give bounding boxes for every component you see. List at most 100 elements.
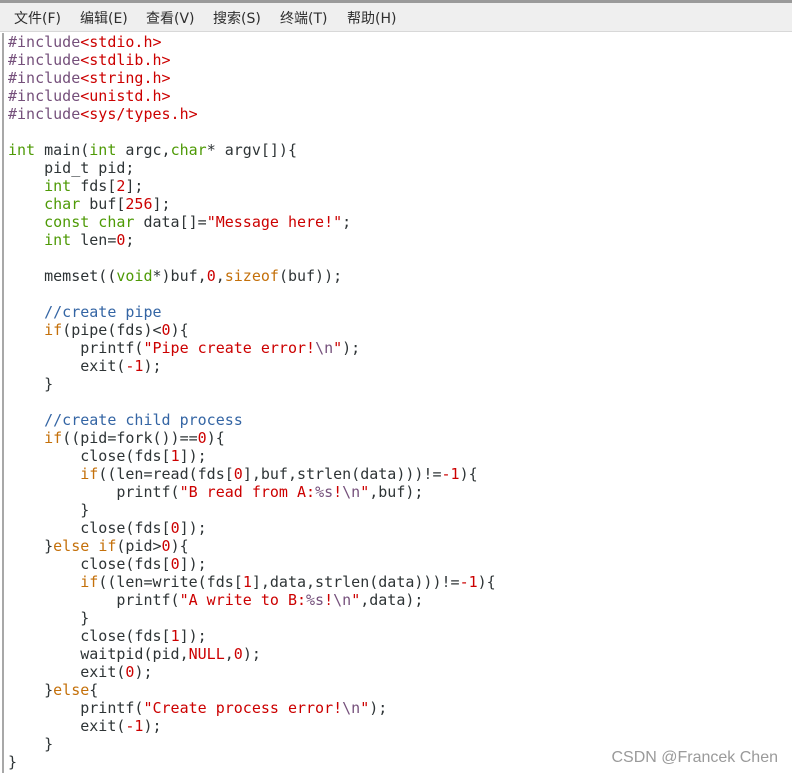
control-keyword-token: if [80, 465, 99, 483]
string-token: "Create process error! [143, 699, 343, 717]
code-line: const char data[]="Message here!"; [8, 213, 496, 231]
code-token: ); [342, 339, 361, 357]
control-keyword-token: if [80, 573, 99, 591]
number-token: 0 [161, 321, 171, 339]
code-line: int fds[2]; [8, 177, 496, 195]
code-token: ((len=write(fds[ [98, 573, 243, 591]
control-keyword-token: sizeof [224, 267, 279, 285]
code-line: } [8, 375, 496, 393]
string-token: "B read from A: [179, 483, 316, 501]
code-line: int main(int argc,char* argv[]){ [8, 141, 496, 159]
keyword-token: int [89, 141, 117, 159]
preprocessor-token: #include [8, 105, 81, 123]
code-token: } [8, 537, 54, 555]
code-token: ],buf,strlen(data)))!= [242, 465, 442, 483]
code-line: #include<stdio.h> [8, 33, 496, 51]
menu-terminal[interactable]: 终端(T) [280, 8, 327, 28]
code-line: exit(-1); [8, 357, 496, 375]
code-token: ); [369, 699, 388, 717]
string-token: <stdio.h> [80, 33, 162, 51]
control-keyword-token: if [44, 321, 63, 339]
menu-view[interactable]: 查看(V) [146, 8, 195, 28]
menu-search[interactable]: 搜索(S) [213, 8, 261, 28]
code-token: len= [71, 231, 117, 249]
editor-left-border [2, 33, 4, 773]
code-token: , [224, 645, 234, 663]
code-token: } [8, 609, 90, 627]
code-token: ){ [477, 573, 496, 591]
preprocessor-token: #include [8, 51, 81, 69]
code-line: //create child process [8, 411, 496, 429]
string-token: "Pipe create error! [143, 339, 316, 357]
code-text[interactable]: #include<stdio.h> #include<stdlib.h> #incl… [8, 33, 496, 771]
number-token: -1 [441, 465, 460, 483]
keyword-token: int [44, 231, 72, 249]
code-line: close(fds[1]); [8, 627, 496, 645]
code-line: printf("Create process error!\n"); [8, 699, 496, 717]
code-line: }else{ [8, 681, 496, 699]
code-line: close(fds[0]); [8, 519, 496, 537]
code-token: printf( [8, 339, 144, 357]
code-token: } [8, 375, 54, 393]
code-token: ); [134, 663, 153, 681]
code-token: memset(( [8, 267, 117, 285]
code-line: printf("Pipe create error!\n"); [8, 339, 496, 357]
code-line: pid_t pid; [8, 159, 496, 177]
code-line: close(fds[0]); [8, 555, 496, 573]
number-token: 1 [170, 627, 180, 645]
code-token: close(fds[ [8, 519, 171, 537]
number-token: 1 [242, 573, 252, 591]
code-token: exit( [8, 663, 126, 681]
keyword-token: const char [44, 213, 135, 231]
code-token: ]); [179, 555, 207, 573]
code-token: ); [242, 645, 261, 663]
menu-file[interactable]: 文件(F) [14, 8, 61, 28]
comment-token: //create child process [44, 411, 243, 429]
code-token: waitpid(pid, [8, 645, 189, 663]
number-token: NULL [188, 645, 225, 663]
code-line: int len=0; [8, 231, 496, 249]
menu-edit[interactable]: 编辑(E) [80, 8, 128, 28]
code-token: printf( [8, 591, 180, 609]
code-token: ],data,strlen(data)))!= [251, 573, 460, 591]
code-line: #include<sys/types.h> [8, 105, 496, 123]
code-line: exit(-1); [8, 717, 496, 735]
code-line: memset((void*)buf,0,sizeof(buf)); [8, 267, 496, 285]
code-token: } [8, 753, 18, 771]
code-line: if((len=read(fds[0],buf,strlen(data)))!=… [8, 465, 496, 483]
code-token: buf[ [80, 195, 126, 213]
number-token: -1 [125, 717, 144, 735]
number-token: 256 [125, 195, 153, 213]
code-editor[interactable]: #include<stdio.h> #include<stdlib.h> #incl… [0, 33, 792, 773]
code-token: ((pid=fork())== [62, 429, 198, 447]
comment-token: //create pipe [44, 303, 162, 321]
code-line: printf("A write to B:%s!\n",data); [8, 591, 496, 609]
menu-help[interactable]: 帮助(H) [347, 8, 396, 28]
code-line: if((len=write(fds[1],data,strlen(data)))… [8, 573, 496, 591]
code-line: #include<stdlib.h> [8, 51, 496, 69]
string-token: <sys/types.h> [80, 105, 198, 123]
code-token: ); [143, 357, 162, 375]
number-token: 0 [206, 267, 216, 285]
code-line: } [8, 735, 496, 753]
code-token: exit( [8, 717, 126, 735]
string-token: "A write to B: [179, 591, 307, 609]
number-token: 0 [170, 519, 180, 537]
string-token: <string.h> [80, 69, 171, 87]
control-keyword-token: if [98, 537, 117, 555]
preprocessor-token: #include [8, 87, 81, 105]
keyword-token: void [116, 267, 153, 285]
string-token: <unistd.h> [80, 87, 171, 105]
escape-token: \n [333, 591, 352, 609]
code-line: exit(0); [8, 663, 496, 681]
code-line: }else if(pid>0){ [8, 537, 496, 555]
code-token: *)buf, [152, 267, 207, 285]
code-token: ,data); [360, 591, 424, 609]
code-token: ){ [170, 537, 189, 555]
